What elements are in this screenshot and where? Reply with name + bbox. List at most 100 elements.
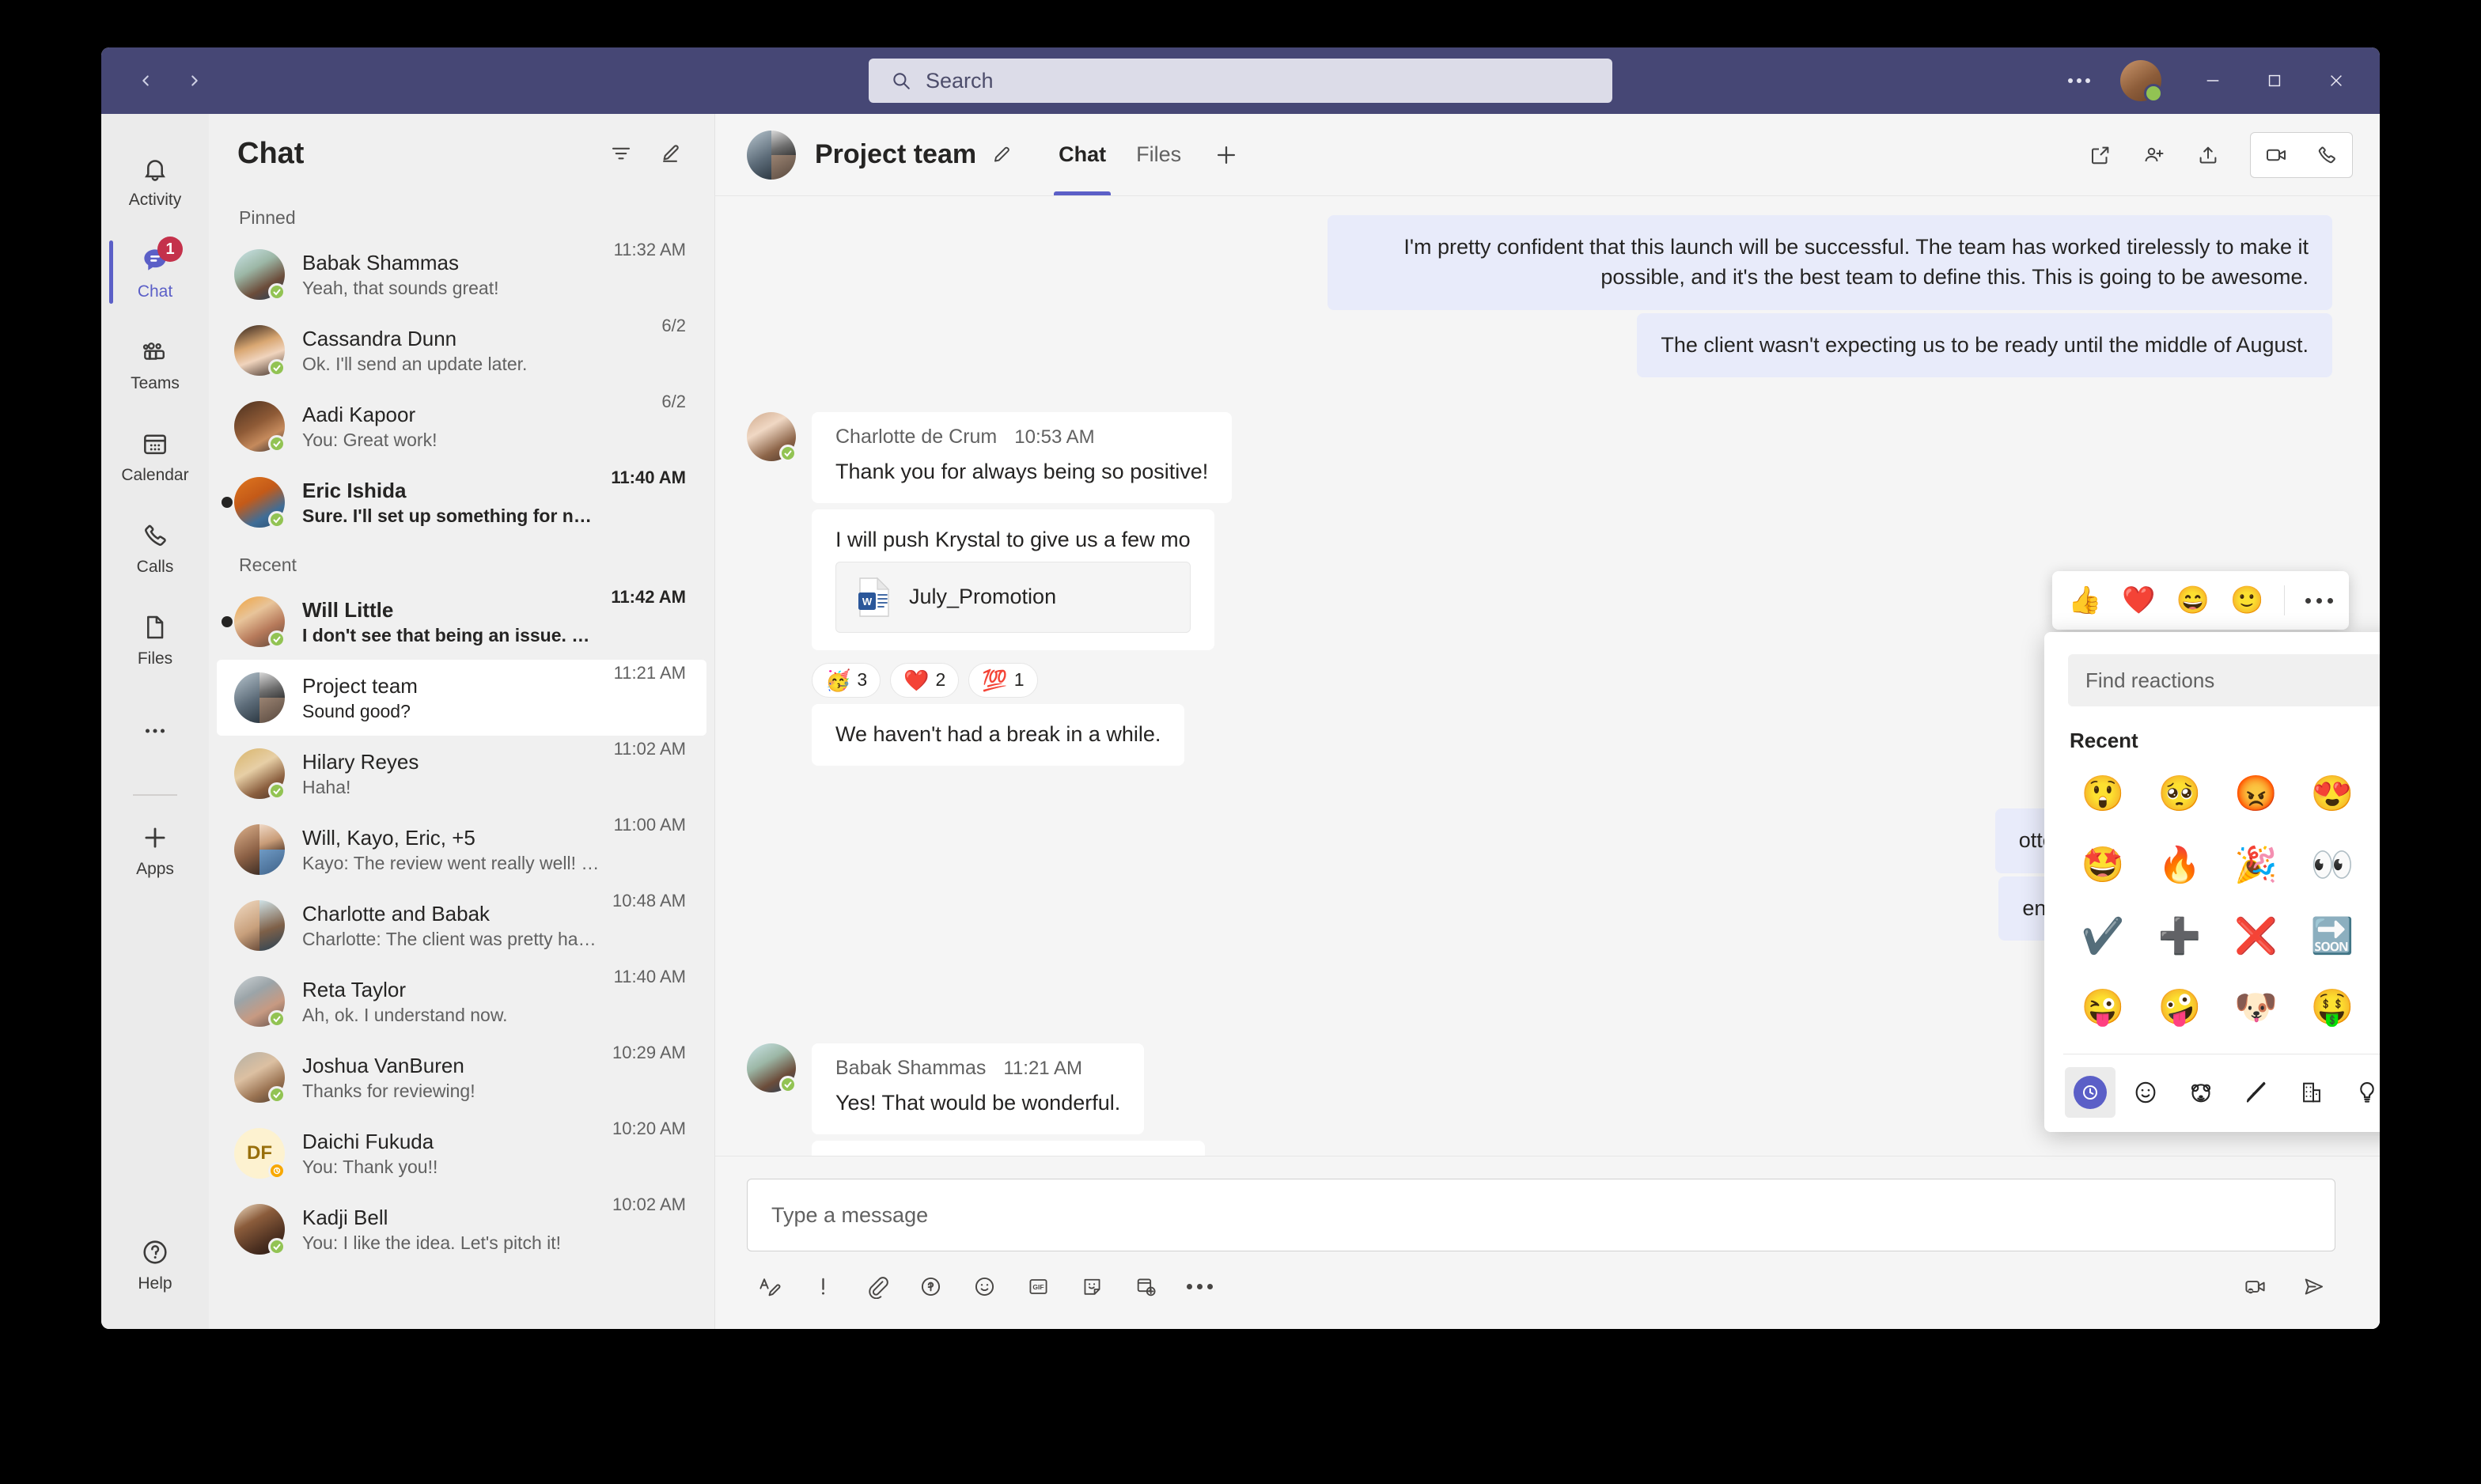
more-options-button[interactable] xyxy=(2305,597,2334,604)
emoji-cell[interactable]: 👀 xyxy=(2294,832,2371,899)
rail-item-teams[interactable]: Teams xyxy=(101,318,209,410)
smiley-icon xyxy=(2135,1081,2156,1104)
chat-list-item[interactable]: Hilary Reyes Haha! 11:02 AM xyxy=(217,736,706,812)
emoji-cell[interactable]: 😍 xyxy=(2294,761,2371,827)
objects-tab[interactable] xyxy=(2342,1067,2380,1118)
delivery-options-button[interactable] xyxy=(801,1264,845,1308)
emoji-cell[interactable]: 🐶 xyxy=(2218,975,2294,1041)
recent-tab[interactable] xyxy=(2065,1067,2115,1118)
rail-item-chat[interactable]: 1 Chat xyxy=(101,226,209,318)
travel-tab[interactable] xyxy=(2286,1067,2337,1118)
add-tab-button[interactable] xyxy=(1213,142,1240,168)
attach-button[interactable] xyxy=(854,1264,899,1308)
message-bubble-incoming: I will push Krystal to give us a few mo … xyxy=(812,509,1214,650)
chat-list-scroll[interactable]: Pinned Babak Shammas Yeah, that sounds g… xyxy=(209,193,714,1329)
emoji-cell[interactable]: 😎 xyxy=(2371,761,2380,827)
chat-list-item[interactable]: Kadji Bell You: I like the idea. Let's p… xyxy=(217,1191,706,1267)
emoji-button[interactable] xyxy=(962,1264,1006,1308)
emoji-cell[interactable]: 😜 xyxy=(2065,975,2142,1041)
emoji-cell[interactable]: 🤗 xyxy=(2371,975,2380,1041)
rail-item-more[interactable] xyxy=(101,685,209,777)
video-call-button[interactable] xyxy=(2251,132,2301,178)
chat-preview: Charlotte: The client was pretty happy w… xyxy=(302,928,600,949)
send-button[interactable] xyxy=(2291,1264,2335,1308)
emoji-cell[interactable]: 🤪 xyxy=(2142,975,2218,1041)
settings-more-button[interactable] xyxy=(2055,59,2103,103)
message-input[interactable]: Type a message xyxy=(747,1179,2335,1251)
chat-list-item[interactable]: Cassandra Dunn Ok. I'll send an update l… xyxy=(217,312,706,388)
emoji-cell[interactable]: 🎉 xyxy=(2218,832,2294,899)
new-chat-button[interactable] xyxy=(653,136,687,171)
share-button[interactable] xyxy=(2185,132,2231,178)
emoji-cell[interactable]: ✔️ xyxy=(2065,903,2142,970)
maximize-button[interactable] xyxy=(2247,57,2302,104)
unread-indicator xyxy=(222,497,233,508)
animals-tab[interactable] xyxy=(2176,1067,2226,1118)
edit-name-button[interactable] xyxy=(991,144,1013,166)
giphy-button[interactable]: GIF xyxy=(1016,1264,1060,1308)
add-reaction-icon[interactable]: 🙂 xyxy=(2230,587,2263,614)
thumbs-up-icon[interactable]: 👍 xyxy=(2068,587,2101,614)
chat-icon: 1 xyxy=(140,237,183,278)
close-button[interactable] xyxy=(2309,57,2364,104)
add-people-button[interactable] xyxy=(2131,132,2177,178)
emoji-cell[interactable]: 😡 xyxy=(2218,761,2294,827)
rail-item-calls[interactable]: Calls xyxy=(101,502,209,593)
rail-item-apps[interactable]: Apps xyxy=(101,804,209,895)
reaction-pill[interactable]: 🥳 3 xyxy=(812,662,881,698)
filter-button[interactable] xyxy=(604,136,638,171)
divider xyxy=(715,1156,2380,1157)
search-input[interactable]: Search xyxy=(869,59,1612,103)
emoji-cell[interactable]: ➕ xyxy=(2142,903,2218,970)
rail-item-activity[interactable]: Activity xyxy=(101,134,209,226)
format-button[interactable] xyxy=(747,1264,791,1308)
rail-item-help[interactable]: Help xyxy=(101,1218,209,1310)
reaction-pill[interactable]: 💯 1 xyxy=(968,662,1038,698)
pizza-icon xyxy=(2246,1081,2266,1103)
chat-list-item[interactable]: Aadi Kapoor You: Great work! 6/2 xyxy=(217,388,706,464)
rail-item-calendar[interactable]: Calendar xyxy=(101,410,209,502)
user-avatar[interactable] xyxy=(2120,60,2163,103)
avatar xyxy=(234,477,286,528)
chat-list-item[interactable]: DF Daichi Fukuda You: Thank you!! 10:20 … xyxy=(217,1115,706,1191)
laugh-icon[interactable]: 😄 xyxy=(2176,587,2210,614)
reaction-pill[interactable]: ❤️ 2 xyxy=(890,662,960,698)
chat-list-item[interactable]: Will Little I don't see that being an is… xyxy=(217,584,706,660)
emoji-cell[interactable]: 😲 xyxy=(2065,761,2142,827)
video-message-button[interactable] xyxy=(2233,1264,2277,1308)
sticker-button[interactable] xyxy=(1070,1264,1114,1308)
emoji-cell[interactable]: 💯 xyxy=(2371,832,2380,899)
emoji-cell[interactable]: 🔜 xyxy=(2294,903,2371,970)
audio-call-button[interactable] xyxy=(2301,132,2352,178)
praise-button[interactable] xyxy=(908,1264,953,1308)
emoji-cell[interactable]: 🥺 xyxy=(2142,761,2218,827)
emoji-cell[interactable]: 🚢 xyxy=(2371,903,2380,970)
schedule-meeting-button[interactable] xyxy=(1123,1264,1168,1308)
tab-files[interactable]: Files xyxy=(1123,114,1194,195)
file-attachment-card[interactable]: W July_Promotion xyxy=(835,561,1191,633)
chat-list-item[interactable]: Babak Shammas Yeah, that sounds great! 1… xyxy=(217,237,706,312)
chat-list-item[interactable]: Eric Ishida Sure. I'll set up something … xyxy=(217,464,706,540)
minimize-button[interactable] xyxy=(2185,57,2240,104)
chat-list-item[interactable]: Joshua VanBuren Thanks for reviewing! 10… xyxy=(217,1039,706,1115)
chat-list-item[interactable]: Reta Taylor Ah, ok. I understand now. 11… xyxy=(217,963,706,1039)
smileys-tab[interactable] xyxy=(2120,1067,2171,1118)
back-button[interactable] xyxy=(123,59,168,103)
search-bar[interactable]: Search xyxy=(869,59,1612,103)
popout-button[interactable] xyxy=(2078,132,2123,178)
food-tab[interactable] xyxy=(2231,1067,2282,1118)
emoji-cell[interactable]: 🤩 xyxy=(2065,832,2142,899)
emoji-cell[interactable]: 🔥 xyxy=(2142,832,2218,899)
emoji-cell[interactable]: 🤑 xyxy=(2294,975,2371,1041)
plus-icon xyxy=(140,820,170,855)
forward-button[interactable] xyxy=(172,59,217,103)
emoji-search-input[interactable]: Find reactions xyxy=(2068,654,2380,706)
rail-item-files[interactable]: Files xyxy=(101,593,209,685)
tab-chat[interactable]: Chat xyxy=(1046,114,1119,195)
chat-list-item[interactable]: Charlotte and Babak Charlotte: The clien… xyxy=(217,888,706,963)
more-options-button[interactable] xyxy=(1177,1264,1222,1308)
chat-list-item-project-team[interactable]: Project team Sound good? 11:21 AM xyxy=(217,660,706,736)
heart-icon[interactable]: ❤️ xyxy=(2122,587,2155,614)
chat-list-item[interactable]: Will, Kayo, Eric, +5 Kayo: The review we… xyxy=(217,812,706,888)
emoji-cell[interactable]: ❌ xyxy=(2218,903,2294,970)
